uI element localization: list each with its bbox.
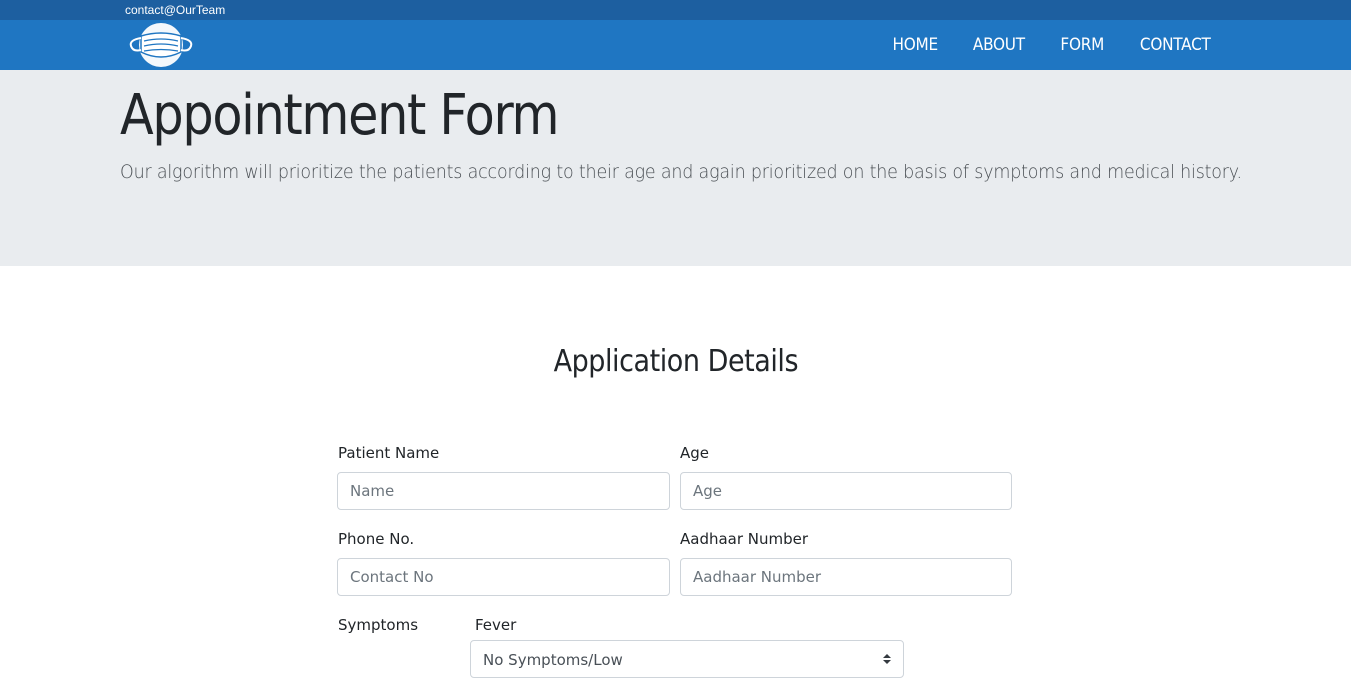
- phone-input[interactable]: [337, 558, 670, 596]
- symptoms-label: Symptoms: [338, 616, 419, 634]
- age-label: Age: [680, 444, 710, 462]
- fever-select-value: No Symptoms/Low: [483, 651, 623, 669]
- patient-name-label: Patient Name: [338, 444, 440, 462]
- form-heading: Application Details: [0, 344, 1351, 379]
- select-caret-icon: [883, 654, 891, 664]
- nav-home-link[interactable]: HOME: [892, 35, 938, 55]
- fever-label: Fever: [475, 616, 517, 634]
- top-contact-bar: contact@OurTeam: [0, 0, 1351, 20]
- aadhaar-input[interactable]: [680, 558, 1012, 596]
- nav-about-link[interactable]: ABOUT: [973, 35, 1025, 55]
- page-subtitle: Our algorithm will prioritize the patien…: [120, 161, 1242, 183]
- phone-label: Phone No.: [338, 530, 415, 548]
- nav-contact-link[interactable]: CONTACT: [1140, 35, 1211, 55]
- form-heading-text: Application Details: [553, 344, 798, 379]
- age-input[interactable]: [680, 472, 1012, 510]
- fever-select[interactable]: No Symptoms/Low: [470, 640, 904, 678]
- contact-email[interactable]: contact@OurTeam: [125, 2, 225, 18]
- face-mask-icon[interactable]: [127, 22, 195, 68]
- aadhaar-label: Aadhaar Number: [680, 530, 809, 548]
- main-nav: HOME ABOUT FORM CONTACT: [890, 20, 1215, 70]
- patient-name-input[interactable]: [337, 472, 670, 510]
- nav-form-link[interactable]: FORM: [1060, 35, 1104, 55]
- jumbotron: Appointment Form Our algorithm will prio…: [0, 70, 1351, 266]
- page-title: Appointment Form: [120, 83, 560, 148]
- navbar: HOME ABOUT FORM CONTACT: [0, 20, 1351, 70]
